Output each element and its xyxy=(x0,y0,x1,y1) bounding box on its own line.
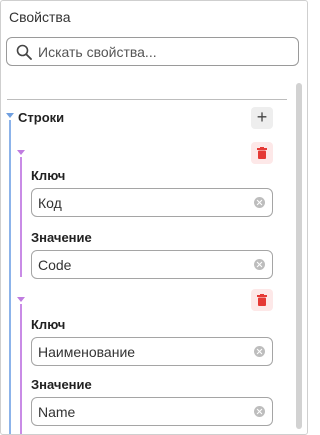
clear-icon[interactable] xyxy=(254,346,265,357)
delete-row-button[interactable] xyxy=(251,142,273,164)
delete-row-button[interactable] xyxy=(251,289,273,311)
section-label: Строки xyxy=(18,110,65,125)
tree-line xyxy=(20,157,22,277)
value-field[interactable]: Name xyxy=(31,397,273,426)
clear-icon[interactable] xyxy=(254,406,265,417)
clear-icon[interactable] xyxy=(254,197,265,208)
tree-line xyxy=(20,304,22,434)
key-field[interactable]: Наименование xyxy=(31,337,273,366)
add-row-button[interactable]: + xyxy=(251,107,273,129)
triangle-down-icon[interactable] xyxy=(17,150,25,155)
search-input[interactable] xyxy=(38,42,288,62)
triangle-down-icon[interactable] xyxy=(17,297,25,302)
value-label: Значение xyxy=(31,230,92,245)
search-box[interactable] xyxy=(6,37,299,66)
value-label: Значение xyxy=(31,377,92,392)
divider xyxy=(7,99,287,100)
key-value: Наименование xyxy=(38,344,136,360)
search-icon xyxy=(16,44,32,60)
key-label: Ключ xyxy=(31,317,66,332)
triangle-down-icon[interactable] xyxy=(6,113,14,118)
value-value: Name xyxy=(38,404,76,420)
tree-line xyxy=(9,120,11,434)
key-label: Ключ xyxy=(31,168,66,183)
value-field[interactable]: Code xyxy=(31,250,273,279)
scrollbar[interactable] xyxy=(296,83,302,429)
clear-icon[interactable] xyxy=(254,259,265,270)
value-value: Code xyxy=(38,257,72,273)
key-value: Код xyxy=(38,195,62,211)
properties-panel: Свойства Строки + Ключ Код Значение Code xyxy=(0,0,308,435)
trash-icon xyxy=(257,294,267,306)
panel-title: Свойства xyxy=(9,9,71,25)
trash-icon xyxy=(257,147,267,159)
plus-icon: + xyxy=(256,107,268,127)
key-field[interactable]: Код xyxy=(31,188,273,217)
